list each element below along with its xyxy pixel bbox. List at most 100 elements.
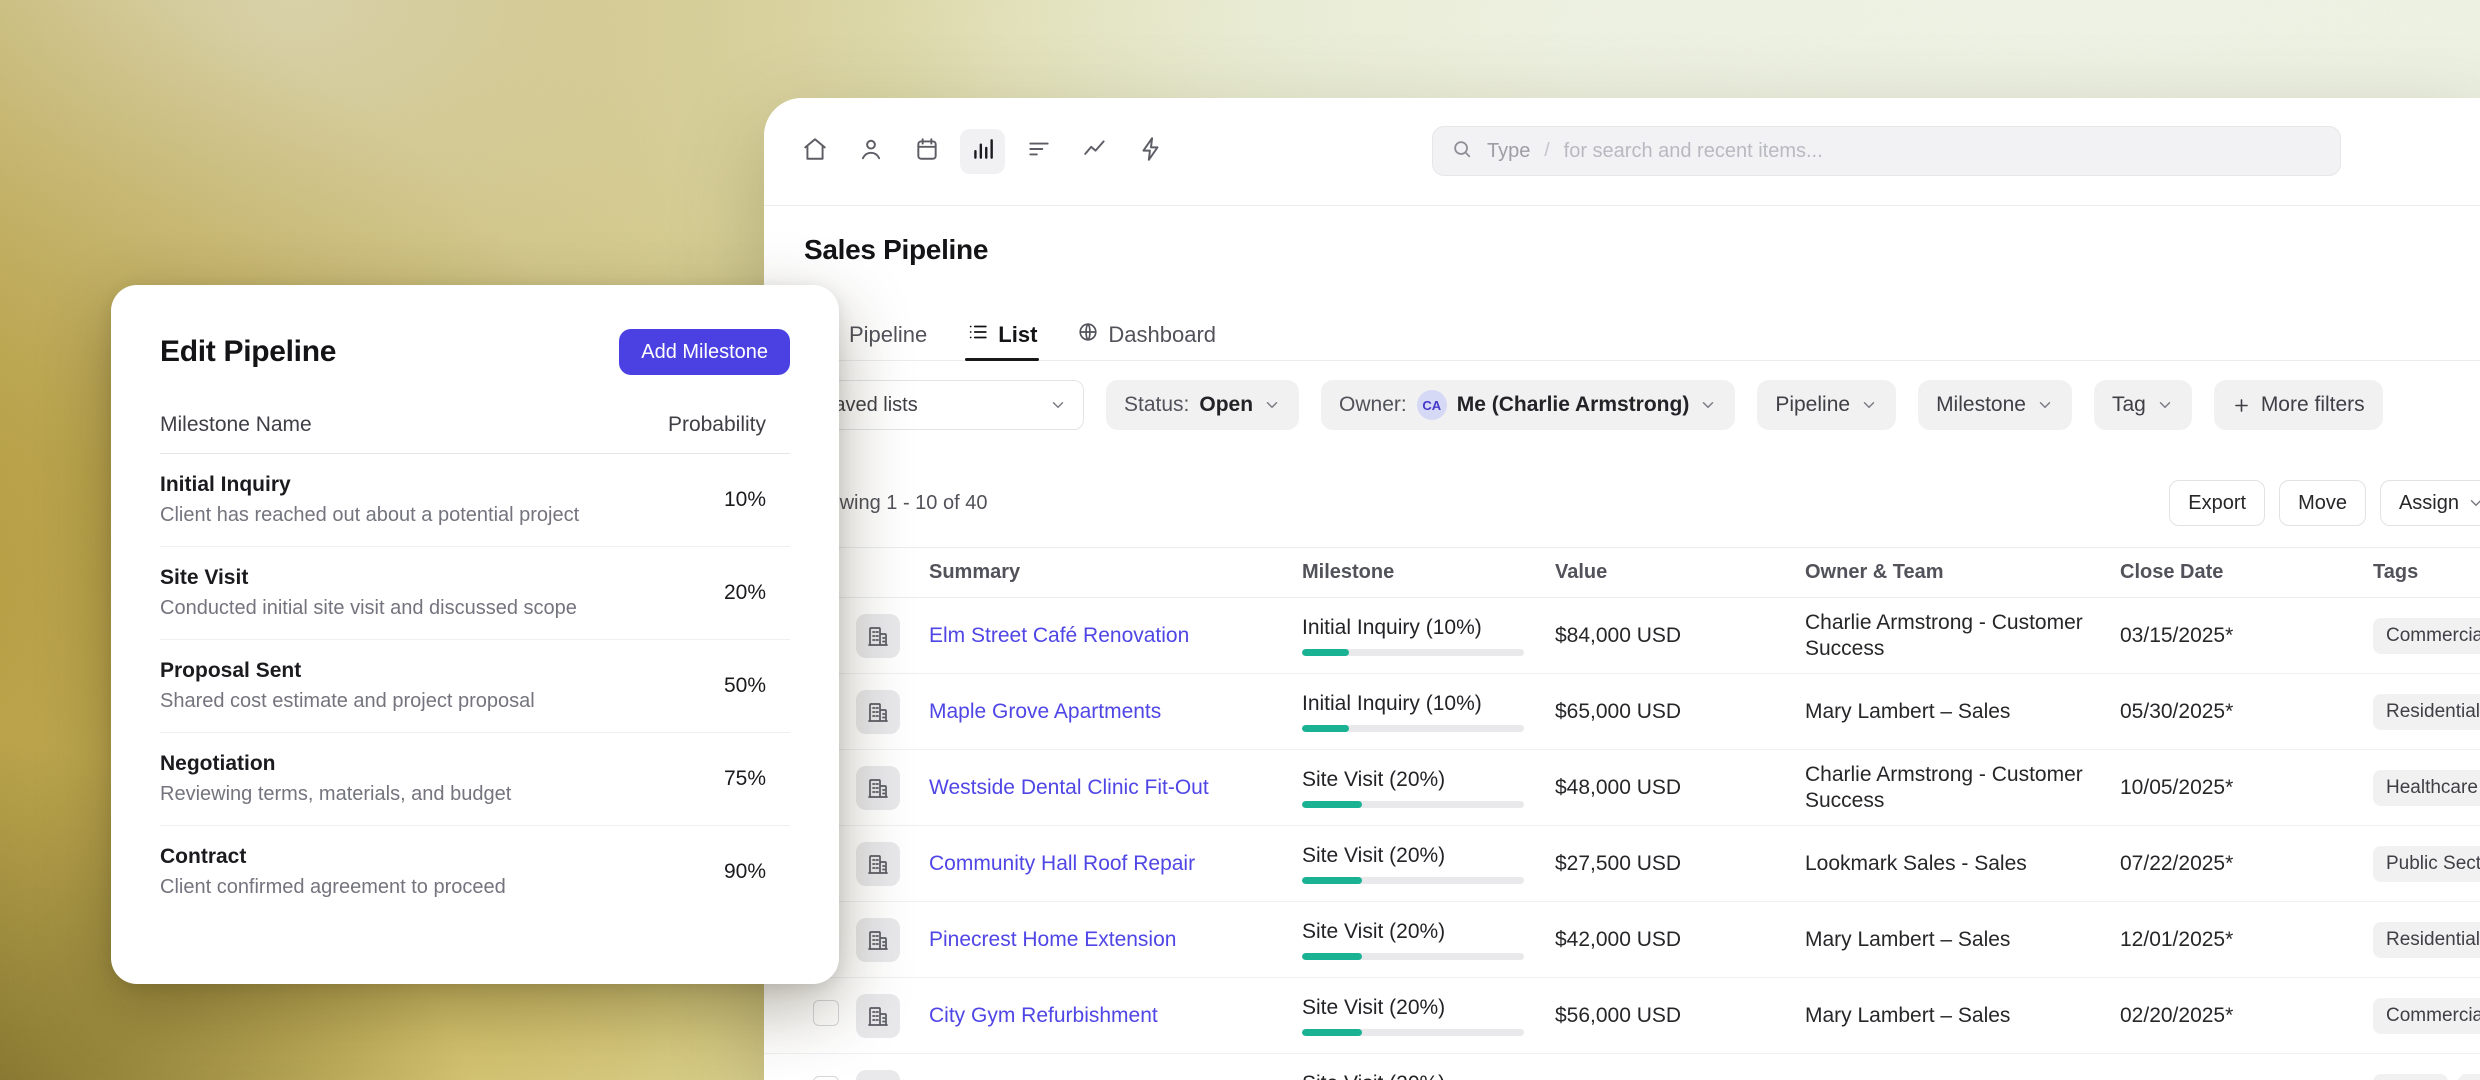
search-placeholder: for search and recent items... (1564, 140, 1823, 163)
list-icon (967, 321, 989, 349)
value-cell: $65,000 USD (1555, 700, 1805, 724)
nav-lists[interactable] (1016, 129, 1061, 174)
tab-list[interactable]: List (967, 310, 1037, 360)
more-filters-button[interactable]: More filters (2214, 380, 2383, 430)
owner-value: Me (Charlie Armstrong) (1457, 393, 1690, 417)
table-header: Summary Milestone Value Owner & Team Clo… (764, 547, 2480, 598)
company-avatar (856, 842, 900, 886)
owner-cell: Mary Lambert – Sales (1805, 1003, 2120, 1029)
milestone-label: Initial Inquiry (10%) (1302, 616, 1555, 640)
milestone-progress (1302, 1029, 1524, 1036)
filter-status[interactable]: Status: Open (1106, 380, 1299, 430)
milestone-row[interactable]: Site Visit Conducted initial site visit … (160, 547, 790, 640)
primary-nav (792, 129, 1173, 174)
home-icon (802, 136, 828, 167)
milestone-name: Proposal Sent (160, 659, 535, 683)
milestone-table-header: Milestone Name Probability (160, 413, 790, 454)
milestone-row[interactable]: Negotiation Reviewing terms, materials, … (160, 733, 790, 826)
milestone-name: Site Visit (160, 566, 577, 590)
value-cell: $48,000 USD (1555, 776, 1805, 800)
tag-chip: Commercial (2373, 998, 2480, 1034)
value-cell: $84,000 USD (1555, 624, 1805, 648)
modal-title: Edit Pipeline (160, 335, 336, 369)
nav-tasks[interactable] (904, 129, 949, 174)
deal-link[interactable]: Pinecrest Home Extension (929, 928, 1176, 951)
deal-link[interactable]: Community Hall Roof Repair (929, 852, 1195, 875)
search-input[interactable]: Type / for search and recent items... (1432, 126, 2341, 176)
tag-chip: Commercial (2373, 618, 2480, 654)
assign-button[interactable]: Assign (2380, 480, 2480, 526)
table-row[interactable]: Pinecrest Home Extension Site Visit (20%… (764, 902, 2480, 978)
saved-lists-select[interactable]: Saved lists (804, 380, 1084, 430)
search-slash: / (1544, 140, 1549, 162)
move-button[interactable]: Move (2279, 480, 2366, 526)
tab-list-label: List (998, 322, 1037, 348)
milestone-label: Site Visit (20%) (1302, 768, 1555, 792)
value-cell: $42,000 USD (1555, 928, 1805, 952)
milestone-label: Initial Inquiry (10%) (1302, 692, 1555, 716)
filter-owner[interactable]: Owner: CA Me (Charlie Armstrong) (1321, 380, 1735, 430)
deal-link[interactable]: Westside Dental Clinic Fit-Out (929, 776, 1209, 799)
milestone-name: Initial Inquiry (160, 473, 579, 497)
milestone-description: Reviewing terms, materials, and budget (160, 783, 511, 806)
nav-home[interactable] (792, 129, 837, 174)
milestone-label: Site Visit (20%) (1302, 920, 1555, 944)
filter-pipeline[interactable]: Pipeline (1757, 380, 1896, 430)
tag-chip: Residential (2373, 922, 2480, 958)
milestone-progress (1302, 649, 1524, 656)
table-row[interactable]: Elm Street Café Renovation Initial Inqui… (764, 598, 2480, 674)
table-row[interactable]: Westside Dental Clinic Fit-Out Site Visi… (764, 750, 2480, 826)
user-icon (858, 136, 884, 167)
filter-milestone[interactable]: Milestone (1918, 380, 2072, 430)
company-avatar (856, 994, 900, 1038)
export-label: Export (2188, 492, 2246, 515)
tag-chip: Retail (2373, 1074, 2448, 1080)
milestone-probability: 20% (724, 581, 790, 605)
milestone-label: Site Visit (20%) (1302, 1072, 1555, 1080)
milestone-description: Client confirmed agreement to proceed (160, 876, 506, 899)
milestone-row[interactable]: Proposal Sent Shared cost estimate and p… (160, 640, 790, 733)
deal-link[interactable]: City Gym Refurbishment (929, 1004, 1158, 1027)
nav-people[interactable] (848, 129, 893, 174)
milestone-label: Site Visit (20%) (1302, 844, 1555, 868)
bar-chart-icon (970, 136, 996, 167)
add-milestone-button[interactable]: Add Milestone (619, 329, 790, 375)
table-row[interactable]: Community Hall Roof Repair Site Visit (2… (764, 826, 2480, 902)
close-date-cell: 07/22/2025* (2120, 852, 2373, 876)
tag-filter-label: Tag (2112, 393, 2146, 417)
company-avatar (856, 1070, 900, 1080)
chevron-down-icon (1263, 396, 1281, 414)
plus-icon (2232, 396, 2251, 415)
milestone-name-header: Milestone Name (160, 413, 312, 437)
owner-cell: Mary Lambert – Sales (1805, 699, 2120, 725)
sort-lines-icon (1026, 136, 1052, 167)
col-tags: Tags (2373, 561, 2480, 584)
tag-chip: +2 (2458, 1074, 2480, 1080)
deals-table: Summary Milestone Value Owner & Team Clo… (764, 547, 2480, 1080)
deal-link[interactable]: Elm Street Café Renovation (929, 624, 1189, 647)
nav-reports[interactable] (960, 129, 1005, 174)
export-button[interactable]: Export (2169, 480, 2265, 526)
deal-link[interactable]: Maple Grove Apartments (929, 700, 1161, 723)
milestone-row[interactable]: Contract Client confirmed agreement to p… (160, 826, 790, 918)
owner-prefix: Owner: (1339, 393, 1407, 417)
table-row[interactable]: New Market Ground-Up Build Site Visit (2… (764, 1054, 2480, 1080)
table-row[interactable]: Maple Grove Apartments Initial Inquiry (… (764, 674, 2480, 750)
milestone-row[interactable]: Initial Inquiry Client has reached out a… (160, 454, 790, 547)
tag-chip: Public Sector (2373, 846, 2480, 882)
chevron-down-icon (2036, 396, 2054, 414)
close-date-cell: 02/20/2025* (2120, 1004, 2373, 1028)
zap-icon (1138, 136, 1164, 167)
row-checkbox[interactable] (813, 1000, 839, 1026)
row-checkbox[interactable] (813, 1076, 839, 1080)
col-summary: Summary (929, 561, 1302, 584)
assign-label: Assign (2399, 492, 2459, 515)
table-row[interactable]: City Gym Refurbishment Site Visit (20%) … (764, 978, 2480, 1054)
search-type-label: Type (1487, 140, 1530, 163)
close-date-cell: 10/05/2025* (2120, 776, 2373, 800)
milestone-probability: 10% (724, 488, 790, 512)
nav-insights[interactable] (1072, 129, 1117, 174)
tab-dashboard[interactable]: Dashboard (1077, 310, 1216, 360)
filter-tag[interactable]: Tag (2094, 380, 2192, 430)
nav-automations[interactable] (1128, 129, 1173, 174)
